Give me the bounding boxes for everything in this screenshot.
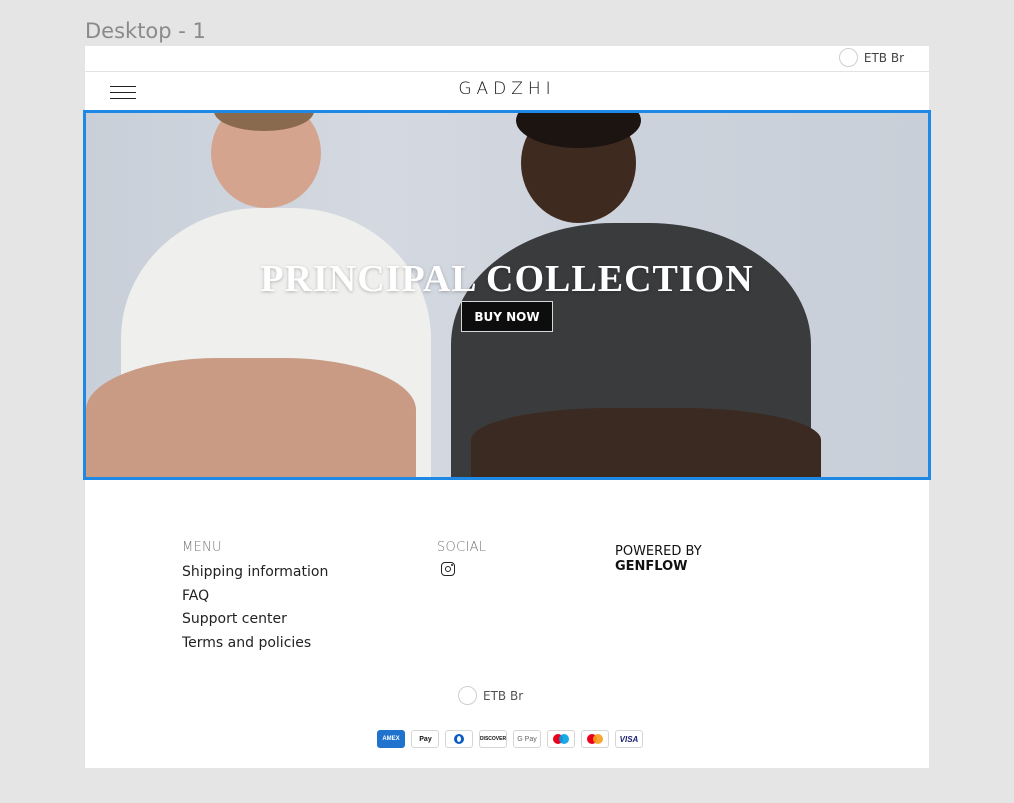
payment-icons: AMEX Pay DISCOVER G Pay VISA [377, 730, 643, 748]
hero-arms-right [471, 408, 821, 477]
social-heading: SOCIAL [437, 540, 487, 555]
currency-selector-top[interactable]: ETB Br [838, 48, 904, 67]
diners-icon [445, 730, 473, 748]
powered-by-label: POWERED BY [615, 544, 702, 559]
menu-list: Shipping information FAQ Support center … [182, 561, 328, 655]
page-frame: ETB Br GADZHI PRINCIPAL COLLECTION BUY N… [83, 46, 931, 768]
menu-link-faq[interactable]: FAQ [182, 585, 328, 609]
currency-flag-icon [458, 686, 477, 705]
buy-now-button[interactable]: BUY NOW [461, 301, 553, 332]
visa-icon: VISA [615, 730, 643, 748]
google-pay-icon: G Pay [513, 730, 541, 748]
footer-social: SOCIAL [437, 540, 517, 590]
apple-pay-label: Pay [419, 735, 432, 743]
frame-label: Desktop - 1 [85, 19, 206, 43]
apple-pay-icon: Pay [411, 730, 439, 748]
menu-link-shipping[interactable]: Shipping information [182, 561, 328, 585]
currency-label: ETB Br [863, 50, 904, 65]
footer-menu: MENU Shipping information FAQ Support ce… [182, 540, 328, 655]
mastercard-icon [581, 730, 609, 748]
powered-by-brand[interactable]: GENFLOW [615, 559, 702, 574]
top-bar: ETB Br [85, 46, 929, 72]
currency-flag-icon [838, 48, 858, 67]
hero-arms-left [86, 358, 416, 477]
discover-icon: DISCOVER [479, 730, 507, 748]
menu-link-terms[interactable]: Terms and policies [182, 632, 328, 656]
maestro-icon [547, 730, 575, 748]
footer-powered: POWERED BY GENFLOW [615, 544, 702, 574]
amex-icon: AMEX [377, 730, 405, 748]
currency-label-bottom: ETB Br [483, 688, 524, 703]
hero-banner: PRINCIPAL COLLECTION BUY NOW [83, 110, 931, 480]
menu-heading: MENU [182, 540, 222, 555]
hero-title: PRINCIPAL COLLECTION [260, 258, 754, 300]
currency-selector-bottom[interactable]: ETB Br [458, 686, 523, 705]
instagram-icon[interactable] [441, 562, 455, 576]
navbar: GADZHI [85, 72, 929, 110]
brand-logo[interactable]: GADZHI [85, 79, 929, 99]
menu-link-support[interactable]: Support center [182, 608, 328, 632]
